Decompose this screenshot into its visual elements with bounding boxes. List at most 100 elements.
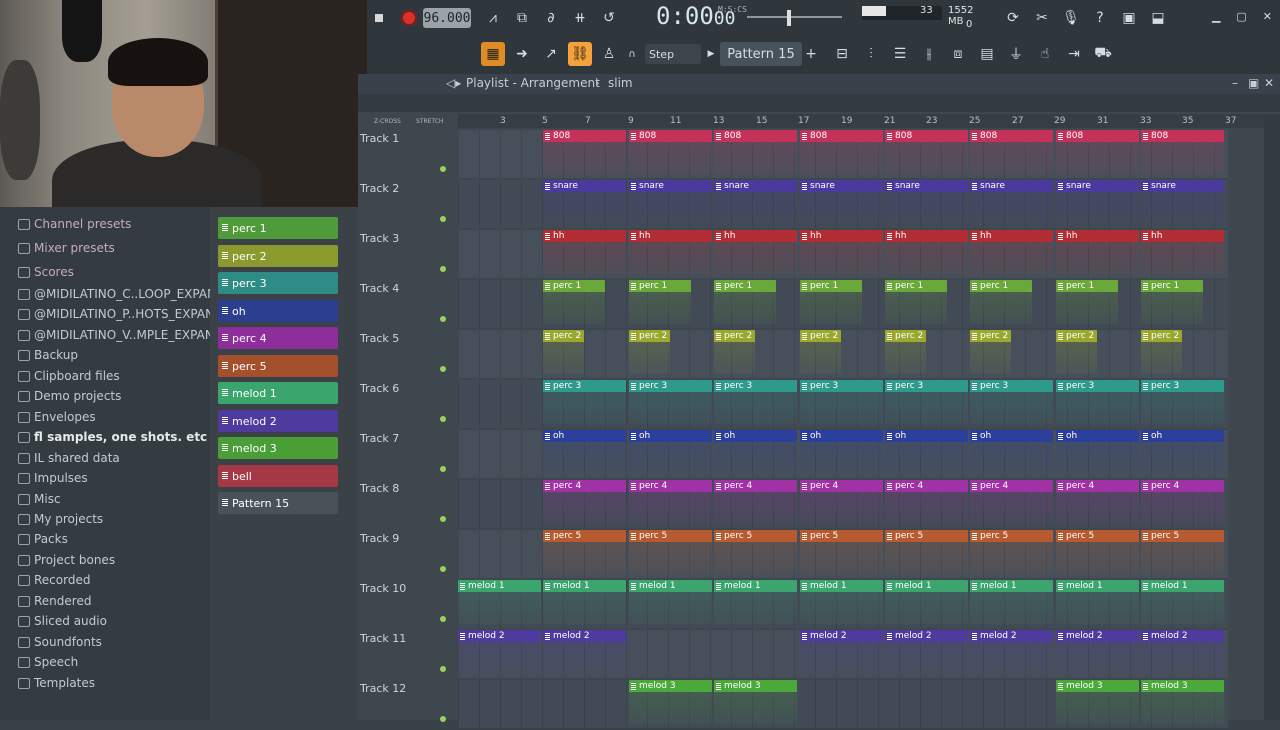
arrow-right-icon[interactable]: ➜ (510, 42, 534, 66)
track-header[interactable]: Track 12 (360, 682, 446, 730)
draw-tool-icon[interactable]: ↗ (539, 42, 563, 66)
pattern-item[interactable]: melod 2 (218, 410, 338, 432)
master-pitch-slider[interactable] (747, 8, 842, 26)
minimize-icon[interactable]: ▁ (1212, 10, 1220, 26)
pattern-clip[interactable]: perc 1 (1056, 280, 1118, 324)
track-header[interactable]: Track 3 (360, 232, 446, 280)
track-enable-icon[interactable] (440, 516, 446, 522)
pattern-clip[interactable]: perc 2 (1141, 330, 1182, 374)
pattern-clip[interactable]: hh (714, 230, 797, 274)
pattern-clip[interactable]: melod 1 (629, 580, 712, 624)
track-enable-icon[interactable] (440, 466, 446, 472)
pattern-clip[interactable]: snare (800, 180, 883, 224)
microphone-icon[interactable]: 🎙 (1059, 6, 1083, 30)
pattern-clip[interactable]: oh (543, 430, 626, 474)
track-enable-icon[interactable] (440, 266, 446, 272)
pattern-clip[interactable]: snare (885, 180, 968, 224)
track-lane[interactable]: hh hh hh hh hh hh hh hh (458, 230, 1228, 278)
pattern-clip[interactable]: melod 2 (970, 630, 1053, 674)
pattern-clip[interactable]: snare (970, 180, 1053, 224)
stop-button[interactable] (367, 6, 391, 30)
track-header[interactable]: Track 5 (360, 332, 446, 380)
save-icon[interactable]: ▣ (1117, 6, 1141, 30)
touch-icon[interactable]: ☝ (1033, 42, 1057, 66)
browser-item[interactable]: Scores (18, 262, 74, 282)
tempo-display[interactable]: 96.000 (423, 8, 471, 28)
pattern-clip[interactable]: oh (885, 430, 968, 474)
track-header[interactable]: Track 1 (360, 132, 446, 180)
pattern-clip[interactable]: melod 1 (458, 580, 541, 624)
plugin-plug-icon[interactable]: ⏚ (1004, 42, 1028, 66)
pattern-clip[interactable]: 808 (1056, 130, 1139, 174)
track-header[interactable]: Track 9 (360, 532, 446, 580)
pattern-clip[interactable]: hh (543, 230, 626, 274)
browser-item[interactable]: Sliced audio (18, 611, 107, 631)
undo-history-icon[interactable]: ⟳ (1001, 6, 1025, 30)
piano-roll-icon[interactable]: ⫶ (859, 42, 883, 66)
pattern-clip[interactable]: melod 1 (885, 580, 968, 624)
pattern-clip[interactable]: snare (629, 180, 712, 224)
pattern-clip[interactable]: perc 5 (1141, 530, 1224, 574)
pattern-clip[interactable]: 808 (800, 130, 883, 174)
track-header[interactable]: Track 11 (360, 632, 446, 680)
browser-icon[interactable]: ⧈ (946, 42, 970, 66)
tempo-tap-icon[interactable]: ⇥ (1062, 42, 1086, 66)
close-icon[interactable]: ✕ (1264, 76, 1274, 90)
browser-item[interactable]: fl samples, one shots. etc (18, 427, 207, 447)
pattern-item[interactable]: perc 3 (218, 272, 338, 294)
pattern-clip[interactable]: perc 1 (970, 280, 1032, 324)
pattern-clip[interactable]: 808 (1141, 130, 1224, 174)
link-icon[interactable]: ⛓ (568, 42, 592, 66)
pattern-clip[interactable]: perc 2 (970, 330, 1011, 374)
pattern-clip[interactable]: perc 4 (800, 480, 883, 524)
track-enable-icon[interactable] (440, 616, 446, 622)
pattern-clip[interactable]: melod 2 (458, 630, 541, 674)
pattern-item[interactable]: melod 3 (218, 437, 338, 459)
track-lane[interactable]: 808 808 808 808 808 808 808 808 (458, 130, 1228, 178)
pattern-clip[interactable]: hh (970, 230, 1053, 274)
pattern-clip[interactable]: melod 2 (543, 630, 626, 674)
maximize-icon[interactable]: ▢ (1236, 10, 1246, 26)
pattern-clip[interactable]: 808 (970, 130, 1053, 174)
pattern-selector[interactable]: Pattern 15 (720, 42, 802, 66)
pattern-clip[interactable]: perc 4 (1141, 480, 1224, 524)
pattern-clip[interactable]: oh (970, 430, 1053, 474)
add-pattern-icon[interactable]: + (804, 44, 818, 64)
pattern-clip[interactable]: melod 2 (885, 630, 968, 674)
pattern-clip[interactable]: perc 5 (1056, 530, 1139, 574)
wait-input-icon[interactable]: ⧉ (510, 6, 534, 30)
browser-item[interactable]: Backup (18, 345, 78, 365)
pattern-clip[interactable]: melod 2 (1141, 630, 1224, 674)
minimize-icon[interactable]: – (1232, 76, 1238, 90)
pattern-clip[interactable]: perc 5 (714, 530, 797, 574)
browser-item[interactable]: Mixer presets (18, 238, 115, 258)
track-lane[interactable]: perc 2 perc 2 perc 2 perc 2 perc 2 perc 2 perc… (458, 330, 1228, 378)
pattern-item[interactable]: perc 4 (218, 327, 338, 349)
pattern-clip[interactable]: oh (714, 430, 797, 474)
pattern-clip[interactable]: hh (1056, 230, 1139, 274)
pattern-clip[interactable]: perc 5 (800, 530, 883, 574)
browser-item[interactable]: Recorded (18, 570, 90, 590)
pattern-clip[interactable]: perc 5 (970, 530, 1053, 574)
pattern-clip[interactable]: melod 1 (714, 580, 797, 624)
pattern-clip[interactable]: oh (629, 430, 712, 474)
pattern-clip[interactable]: melod 1 (800, 580, 883, 624)
pattern-clip[interactable]: perc 1 (1141, 280, 1203, 324)
track-lane[interactable]: melod 1 melod 1 melod 1 melod 1 melod 1 melod… (458, 580, 1228, 628)
track-header[interactable]: Track 6 (360, 382, 446, 430)
maximize-icon[interactable]: ▣ (1248, 76, 1259, 90)
mixer-icon[interactable]: ⫲ (917, 42, 941, 66)
pattern-clip[interactable]: 808 (543, 130, 626, 174)
pattern-item[interactable]: perc 5 (218, 355, 338, 377)
pattern-clip[interactable]: perc 4 (1056, 480, 1139, 524)
browser-item[interactable]: My projects (18, 509, 103, 529)
pattern-song-icon[interactable]: ▦ (481, 42, 505, 66)
snap-magnet-icon[interactable]: ∩ (625, 44, 639, 64)
pattern-clip[interactable]: perc 5 (629, 530, 712, 574)
pattern-clip[interactable]: perc 5 (885, 530, 968, 574)
pattern-clip[interactable]: melod 3 (1056, 680, 1139, 724)
pattern-clip[interactable]: perc 3 (629, 380, 712, 424)
track-lane[interactable]: perc 4 perc 4 perc 4 perc 4 perc 4 perc 4 perc… (458, 480, 1228, 528)
track-enable-icon[interactable] (440, 366, 446, 372)
pattern-item[interactable]: bell (218, 465, 338, 487)
